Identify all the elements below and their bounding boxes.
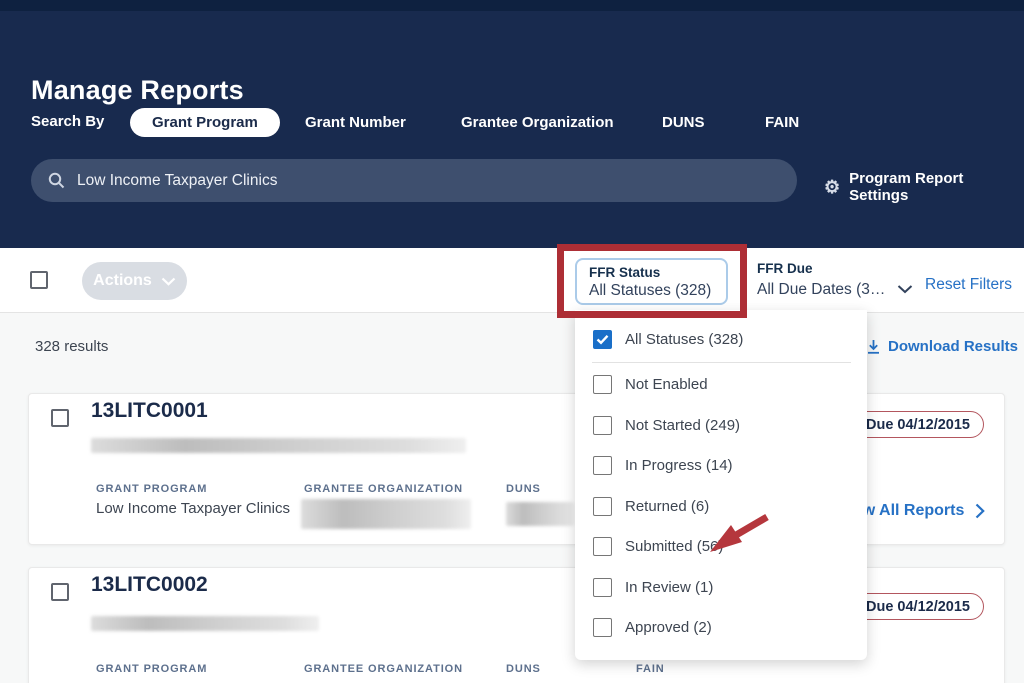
status-option-returned[interactable]: Returned (6) — [575, 486, 867, 527]
column-header-grantee-organization: GRANTEE ORGANIZATION — [304, 483, 463, 495]
results-count: 328 results — [35, 338, 108, 355]
grant-program-value: Low Income Taxpayer Clinics — [96, 500, 290, 517]
filter-bar: Actions FFR Status All Statuses (328) FF… — [0, 248, 1024, 313]
select-all-checkbox[interactable] — [30, 271, 48, 289]
actions-button[interactable]: Actions — [82, 262, 187, 300]
download-icon — [866, 339, 881, 355]
status-option-all-statuses[interactable]: All Statuses (328) — [575, 319, 867, 360]
column-header-fain: FAIN — [636, 663, 665, 675]
checkbox[interactable] — [593, 618, 612, 637]
ffr-due-value: All Due Dates (3… — [757, 281, 885, 299]
chevron-down-icon — [161, 277, 176, 286]
check-icon — [596, 334, 609, 345]
checkbox[interactable] — [593, 456, 612, 475]
ffr-status-dropdown[interactable]: FFR Status All Statuses (328) — [575, 258, 728, 305]
status-option-in-progress[interactable]: In Progress (14) — [575, 446, 867, 487]
checkbox[interactable] — [593, 578, 612, 597]
column-header-duns: DUNS — [506, 663, 541, 675]
status-option-label: Returned (6) — [625, 498, 709, 515]
search-icon — [48, 172, 65, 189]
top-strip — [0, 0, 1024, 11]
header-hero: Manage Reports Search By Grant Program G… — [0, 0, 1024, 248]
grant-number-title: 13LITC0001 — [91, 399, 208, 423]
status-option-label: In Progress (14) — [625, 457, 733, 474]
status-option-in-review[interactable]: In Review (1) — [575, 567, 867, 608]
status-option-label: Submitted (56) — [625, 538, 723, 555]
download-results-link[interactable]: Download Results — [866, 338, 1018, 355]
search-bar[interactable] — [31, 159, 797, 202]
search-input[interactable] — [75, 171, 755, 191]
divider — [592, 362, 851, 363]
card-checkbox[interactable] — [51, 409, 69, 427]
grant-number-title: 13LITC0002 — [91, 573, 208, 597]
search-by-label: Search By — [31, 113, 104, 130]
status-option-label: All Statuses (328) — [625, 331, 743, 348]
checkbox[interactable] — [593, 497, 612, 516]
redacted-text-bar — [91, 438, 466, 453]
tab-duns[interactable]: DUNS — [662, 114, 705, 131]
column-header-grant-program: GRANT PROGRAM — [96, 663, 207, 675]
status-option-label: Approved (2) — [625, 619, 712, 636]
status-option-label: In Review (1) — [625, 579, 713, 596]
ffr-status-label: FFR Status — [589, 265, 714, 280]
settings-label: Program Report Settings — [849, 170, 1024, 204]
status-option-not-started[interactable]: Not Started (249) — [575, 405, 867, 446]
redacted-duns — [506, 502, 574, 526]
program-report-settings-button[interactable]: ⚙ Program Report Settings — [824, 170, 1024, 204]
checkbox[interactable] — [593, 375, 612, 394]
chevron-right-icon — [975, 503, 985, 519]
status-option-approved[interactable]: Approved (2) — [575, 608, 867, 649]
column-header-grantee-organization: GRANTEE ORGANIZATION — [304, 663, 463, 675]
tab-grantee-organization[interactable]: Grantee Organization — [461, 114, 614, 131]
ffr-due-label: FFR Due — [757, 261, 913, 276]
checkbox[interactable] — [593, 416, 612, 435]
status-option-label: Not Enabled — [625, 376, 708, 393]
tab-grant-number[interactable]: Grant Number — [305, 114, 406, 131]
redacted-grantee-organization — [301, 499, 471, 529]
ffr-status-dropdown-panel: All Statuses (328) Not Enabled Not Start… — [575, 310, 867, 660]
chevron-down-icon — [897, 284, 913, 294]
card-checkbox[interactable] — [51, 583, 69, 601]
ffr-due-dropdown[interactable]: FFR Due All Due Dates (3… — [757, 261, 913, 299]
page-title: Manage Reports — [31, 75, 244, 106]
reset-filters-link[interactable]: Reset Filters — [925, 276, 1012, 294]
status-option-not-enabled[interactable]: Not Enabled — [575, 365, 867, 406]
checkbox[interactable] — [593, 537, 612, 556]
status-option-submitted[interactable]: Submitted (56) — [575, 527, 867, 568]
ffr-status-value: All Statuses (328) — [589, 282, 714, 300]
status-option-label: Not Started (249) — [625, 417, 740, 434]
actions-label: Actions — [93, 272, 152, 290]
tab-grant-program[interactable]: Grant Program — [130, 108, 280, 137]
gear-icon: ⚙ — [824, 178, 840, 196]
checkbox-checked[interactable] — [593, 330, 612, 349]
column-header-grant-program: GRANT PROGRAM — [96, 483, 207, 495]
redacted-text-bar — [91, 616, 319, 631]
due-date-badge: - Due 04/12/2015 — [851, 411, 984, 438]
manage-reports-page: Manage Reports Search By Grant Program G… — [0, 0, 1024, 683]
tab-fain[interactable]: FAIN — [765, 114, 799, 131]
column-header-duns: DUNS — [506, 483, 541, 495]
download-label: Download Results — [888, 338, 1018, 355]
due-date-badge: - Due 04/12/2015 — [851, 593, 984, 620]
